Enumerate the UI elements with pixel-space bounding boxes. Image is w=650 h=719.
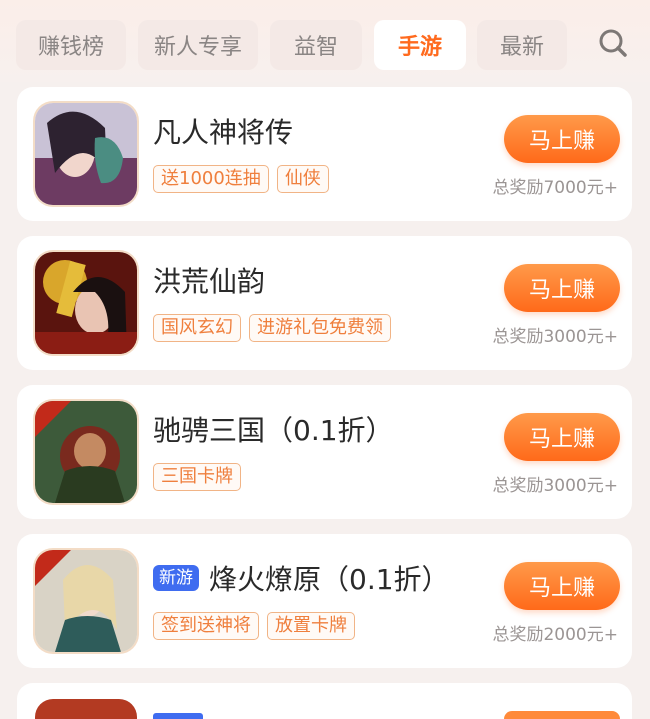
game-thumbnail [35,401,137,503]
game-card[interactable]: 新游 烽火燎原（0.1折） 签到送神将 放置卡牌 马上赚 总奖励2000元+ [17,534,632,668]
tab-zhuanqianbang[interactable]: 赚钱榜 [16,20,126,70]
game-title-text: 驰骋三国（0.1折） [153,414,394,447]
tag-list: 国风玄幻 进游礼包免费领 [153,314,391,342]
tab-xinren-zhuanxiang[interactable]: 新人专享 [138,20,258,70]
new-game-badge: 新游 [153,565,199,591]
tag-list: 三国卡牌 [153,463,241,491]
earn-now-button[interactable] [504,711,620,719]
game-thumbnail [35,252,137,354]
game-thumbnail [35,103,137,205]
earn-now-button[interactable]: 马上赚 [504,115,620,163]
tab-yizhi[interactable]: 益智 [270,20,362,70]
game-tag: 三国卡牌 [153,463,241,491]
earn-now-button[interactable]: 马上赚 [504,562,620,610]
game-tag: 进游礼包免费领 [249,314,391,342]
total-reward-text: 总奖励2000元+ [492,625,618,645]
game-title: 驰骋三国（0.1折） [153,409,394,449]
total-reward-text: 总奖励7000元+ [492,178,618,198]
earn-now-button[interactable]: 马上赚 [504,413,620,461]
game-title-text: 烽火燎原（0.1折） [209,563,450,596]
game-tag: 国风玄幻 [153,314,241,342]
game-title: 洪荒仙韵 [153,260,265,300]
top-tab-bar: 赚钱榜 新人专享 益智 手游 最新 [0,0,650,82]
game-tag: 送1000连抽 [153,165,269,193]
game-card[interactable]: 驰骋三国（0.1折） 三国卡牌 马上赚 总奖励3000元+ [17,385,632,519]
game-title: 新游 烽火燎原（0.1折） [153,558,450,598]
game-card[interactable]: 洪荒仙韵 国风玄幻 进游礼包免费领 马上赚 总奖励3000元+ [17,236,632,370]
tag-list: 送1000连抽 仙侠 [153,165,329,193]
earn-now-button[interactable]: 马上赚 [504,264,620,312]
game-card[interactable]: 凡人神将传 送1000连抽 仙侠 马上赚 总奖励7000元+ [17,87,632,221]
total-reward-text: 总奖励3000元+ [492,476,618,496]
game-thumbnail [35,699,137,719]
tab-shouyou[interactable]: 手游 [374,20,466,70]
game-tag: 仙侠 [276,165,329,193]
new-game-badge [153,713,203,719]
tab-zuixin[interactable]: 最新 [477,20,567,70]
game-tag: 放置卡牌 [267,612,355,640]
game-thumbnail [35,550,137,652]
search-icon[interactable] [596,26,630,60]
game-title: 凡人神将传 [153,111,293,151]
game-title-text: 洪荒仙韵 [153,265,266,298]
game-card-partial[interactable] [17,683,632,719]
game-title-text: 凡人神将传 [153,116,294,149]
total-reward-text: 总奖励3000元+ [492,327,618,347]
game-tag: 签到送神将 [153,612,259,640]
tag-list: 签到送神将 放置卡牌 [153,612,355,640]
